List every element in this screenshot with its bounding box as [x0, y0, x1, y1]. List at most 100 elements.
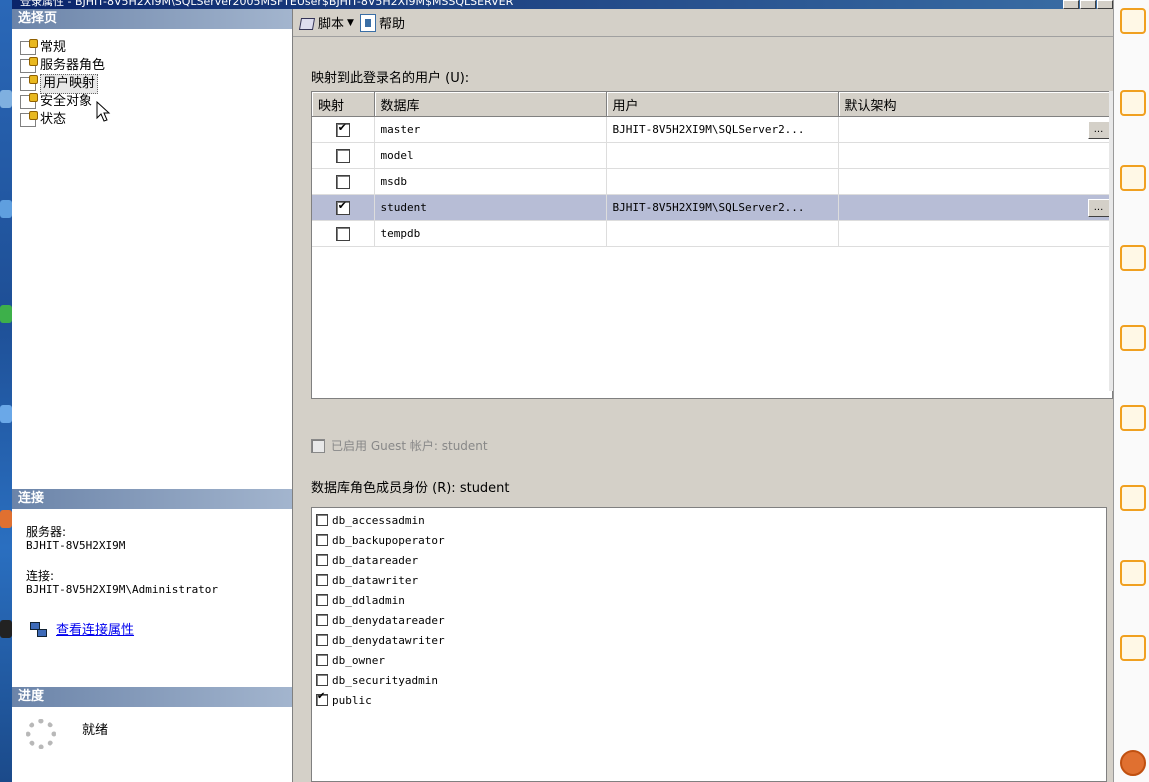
- script-icon: [299, 15, 315, 31]
- main-pane: 脚本 ▼ 帮助 映射到此登录名的用户 (U): 映射 数据库 用户 默认架构 ✔…: [293, 9, 1113, 782]
- page-item-status[interactable]: 状态: [12, 111, 292, 129]
- role-checkbox[interactable]: [316, 674, 328, 686]
- map-checkbox[interactable]: [335, 121, 350, 137]
- desktop-icon[interactable]: [0, 405, 12, 423]
- user-cell[interactable]: BJHIT-8V5H2XI9M\SQLServer2...: [606, 194, 839, 221]
- role-checkbox[interactable]: [316, 614, 328, 626]
- user-mapping-grid[interactable]: 映射 数据库 用户 默认架构 master BJHIT-8V5H2XI9M\SQ…: [311, 91, 1113, 399]
- page-item-user-mapping[interactable]: 用户映射: [12, 74, 292, 94]
- desktop-icon[interactable]: [0, 510, 12, 528]
- database-cell: model: [374, 142, 607, 169]
- desktop-right-strip: [1113, 0, 1149, 782]
- table-row[interactable]: model: [312, 142, 1113, 169]
- default-schema-cell[interactable]: [838, 142, 1113, 169]
- help-label: 帮助: [378, 17, 405, 32]
- table-row[interactable]: msdb: [312, 168, 1113, 195]
- mapping-label: 映射到此登录名的用户 (U):: [311, 71, 470, 86]
- default-schema-cell[interactable]: ...: [838, 116, 1113, 143]
- map-checkbox[interactable]: [335, 148, 350, 163]
- user-cell[interactable]: [606, 220, 839, 247]
- page-item-securables[interactable]: 安全对象: [12, 93, 292, 111]
- column-header-database[interactable]: 数据库: [374, 92, 607, 117]
- table-row[interactable]: master BJHIT-8V5H2XI9M\SQLServer2... ...: [312, 116, 1113, 143]
- column-header-user[interactable]: 用户: [606, 92, 839, 117]
- window-controls: [1062, 0, 1113, 9]
- list-item[interactable]: db_datawriter: [312, 570, 1106, 590]
- column-header-map[interactable]: 映射: [312, 92, 375, 117]
- app-icon[interactable]: [1120, 560, 1146, 586]
- list-item[interactable]: db_owner: [312, 650, 1106, 670]
- help-button[interactable]: 帮助: [359, 13, 405, 32]
- default-schema-cell[interactable]: [838, 168, 1113, 195]
- app-icon[interactable]: [1120, 245, 1146, 271]
- desktop-icon[interactable]: [0, 620, 12, 638]
- role-checkbox[interactable]: [316, 554, 328, 566]
- maximize-button[interactable]: [1080, 0, 1096, 9]
- view-connection-properties-link[interactable]: 查看连接属性: [56, 619, 134, 638]
- role-checkbox[interactable]: [316, 691, 328, 706]
- minimize-button[interactable]: [1063, 0, 1079, 9]
- chevron-down-icon[interactable]: ▼: [347, 18, 354, 28]
- app-icon[interactable]: [1120, 485, 1146, 511]
- user-cell[interactable]: [606, 142, 839, 169]
- page-item-server-roles[interactable]: 服务器角色: [12, 57, 292, 75]
- role-name: db_backupoperator: [332, 533, 445, 547]
- user-cell[interactable]: BJHIT-8V5H2XI9M\SQLServer2...: [606, 116, 839, 143]
- view-connection-properties[interactable]: 查看连接属性: [12, 619, 292, 638]
- list-item[interactable]: db_denydatawriter: [312, 630, 1106, 650]
- map-checkbox[interactable]: [335, 226, 350, 241]
- script-button[interactable]: 脚本 ▼: [299, 13, 354, 32]
- role-checkbox[interactable]: [316, 634, 328, 646]
- list-item[interactable]: db_ddladmin: [312, 590, 1106, 610]
- role-membership-list[interactable]: db_accessadmin db_backupoperator db_data…: [311, 507, 1107, 782]
- browse-button[interactable]: ...: [1087, 120, 1110, 139]
- progress-header: 进度: [12, 687, 292, 707]
- role-checkbox[interactable]: [316, 654, 328, 666]
- default-schema-cell[interactable]: ...: [838, 194, 1113, 221]
- page-icon: [20, 111, 38, 127]
- role-name: db_owner: [332, 653, 385, 667]
- list-item[interactable]: db_accessadmin: [312, 510, 1106, 530]
- connection-header: 连接: [12, 489, 292, 509]
- desktop-icon[interactable]: [0, 305, 12, 323]
- mouse-cursor-icon: [96, 101, 111, 122]
- database-cell: tempdb: [374, 220, 607, 247]
- app-icon[interactable]: [1120, 635, 1146, 661]
- select-page-header: 选择页: [12, 9, 292, 29]
- table-row-selected[interactable]: student BJHIT-8V5H2XI9M\SQLServer2... ..…: [312, 194, 1113, 221]
- browse-button[interactable]: ...: [1087, 198, 1110, 217]
- list-item[interactable]: public: [312, 690, 1106, 710]
- desktop-icon[interactable]: [0, 200, 12, 218]
- list-item[interactable]: db_datareader: [312, 550, 1106, 570]
- grid-scrollbar[interactable]: [1109, 91, 1113, 391]
- role-checkbox[interactable]: [316, 534, 328, 546]
- close-button[interactable]: [1097, 0, 1113, 9]
- list-item[interactable]: db_backupoperator: [312, 530, 1106, 550]
- desktop-icon[interactable]: [0, 90, 12, 108]
- connection-label: 连接:: [26, 569, 55, 583]
- server-label: 服务器:: [26, 525, 67, 539]
- list-item[interactable]: db_denydatareader: [312, 610, 1106, 630]
- app-icon[interactable]: [1120, 325, 1146, 351]
- list-item[interactable]: db_securityadmin: [312, 670, 1106, 690]
- app-icon[interactable]: [1120, 405, 1146, 431]
- app-icon[interactable]: [1120, 750, 1146, 776]
- page-item-label: 服务器角色: [40, 58, 106, 73]
- page-item-label: 安全对象: [40, 94, 93, 109]
- page-item-general[interactable]: 常规: [12, 39, 292, 57]
- table-row[interactable]: tempdb: [312, 220, 1113, 247]
- map-checkbox[interactable]: [335, 174, 350, 189]
- app-icon[interactable]: [1120, 90, 1146, 116]
- page-item-label: 状态: [40, 112, 67, 127]
- role-checkbox[interactable]: [316, 594, 328, 606]
- guest-checkbox: [311, 438, 325, 453]
- map-checkbox[interactable]: [335, 199, 350, 215]
- user-cell[interactable]: [606, 168, 839, 195]
- role-checkbox[interactable]: [316, 574, 328, 586]
- role-name: db_datawriter: [332, 573, 419, 587]
- column-header-default-schema[interactable]: 默认架构: [838, 92, 1113, 117]
- role-checkbox[interactable]: [316, 514, 328, 526]
- default-schema-cell[interactable]: [838, 220, 1113, 247]
- app-icon[interactable]: [1120, 165, 1146, 191]
- app-icon[interactable]: [1120, 8, 1146, 34]
